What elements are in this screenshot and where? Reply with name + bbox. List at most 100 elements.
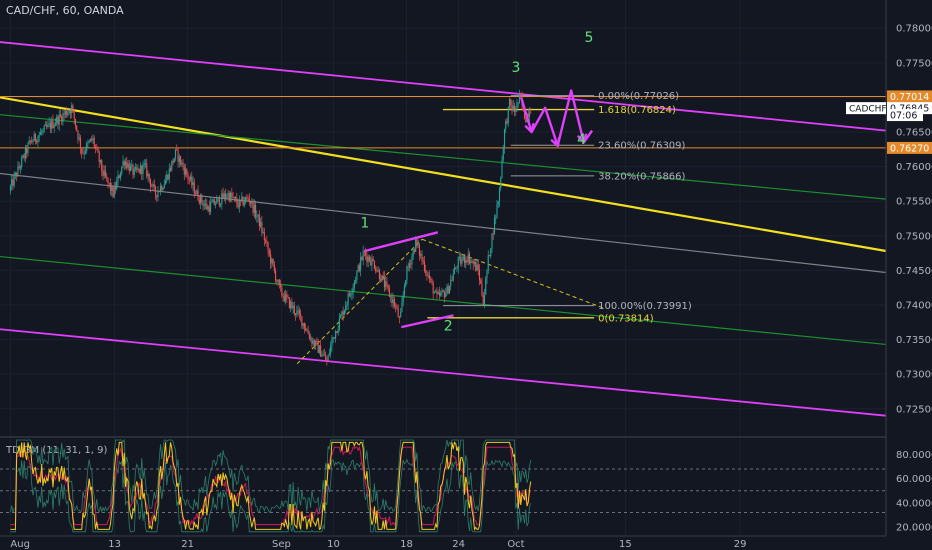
candle-body [335, 331, 337, 339]
candle-body [482, 295, 484, 305]
candle-body [441, 290, 443, 294]
candle-body [510, 99, 512, 105]
candle-body [357, 265, 359, 272]
candle-body [376, 271, 378, 272]
candle-body [196, 190, 198, 195]
candle-body [442, 290, 444, 292]
candle-body [49, 123, 51, 129]
candle-body [148, 173, 150, 180]
candle-body [74, 118, 77, 126]
candle-body [114, 186, 117, 190]
candle-body [71, 105, 73, 114]
candle-body [68, 111, 70, 113]
candle-body [462, 256, 464, 261]
candle-body [82, 153, 84, 154]
candle-body [197, 190, 199, 200]
candle-body [132, 164, 134, 175]
candle-body [333, 337, 335, 339]
candle-body [431, 279, 433, 283]
candle-body [350, 294, 352, 296]
candle-body [138, 168, 140, 173]
candle-body [342, 311, 344, 316]
wave-label-4[interactable]: 4 [577, 132, 586, 148]
wave-label-3[interactable]: 3 [512, 60, 521, 76]
candle-body [261, 221, 263, 233]
candle-body [111, 185, 113, 191]
candle-body [318, 345, 320, 353]
candle-body [358, 265, 360, 271]
candle-body [89, 138, 92, 142]
candle-body [157, 191, 159, 197]
candle-body [493, 218, 496, 235]
wave-label-2[interactable]: 2 [444, 319, 453, 335]
candle-body [481, 283, 483, 296]
candle-body [103, 170, 105, 176]
candle-body [186, 169, 188, 175]
candle-body [13, 175, 15, 186]
candle-body [290, 301, 292, 308]
candle-body [73, 109, 75, 119]
candle-body [292, 305, 294, 309]
fib-label-3: 38.20%(0.75866) [598, 171, 685, 182]
candle-body [415, 239, 417, 252]
candle-body [72, 105, 74, 110]
candle-body [413, 249, 415, 252]
candle-body [308, 334, 310, 339]
time-tick-label: Oct [507, 539, 524, 550]
candle-body [143, 163, 145, 165]
indicator-tick-label: 80.0000 [896, 450, 932, 461]
candle-body [139, 165, 142, 173]
candle-body [341, 311, 343, 316]
candle-body [255, 204, 257, 217]
candle-body [263, 232, 265, 241]
candle-body [183, 167, 185, 175]
fib-label-2: 23.60%(0.76309) [598, 141, 685, 152]
candle-body [463, 256, 466, 263]
candle-body [252, 200, 254, 213]
wave-label-5[interactable]: 5 [584, 30, 593, 46]
wave-label-1[interactable]: 1 [360, 215, 369, 231]
candle-body [340, 315, 342, 319]
candle-body [492, 233, 494, 235]
candle-body [243, 202, 245, 206]
candle-body [397, 308, 399, 318]
candle-body [325, 355, 327, 360]
chart-canvas[interactable]: 0.00%(0.77026) 1.618(0.76824) 23.60%(0.763… [0, 0, 932, 550]
candle-body [423, 261, 425, 271]
candle-body [505, 120, 507, 130]
time-tick-label: Sep [272, 539, 291, 550]
candle-body [368, 256, 370, 262]
candle-body [173, 158, 175, 163]
candle-body [191, 176, 193, 186]
candle-body [208, 206, 210, 212]
candle-body [370, 261, 372, 266]
candle-body [375, 268, 377, 272]
candle-body [198, 199, 200, 204]
candle-body [99, 159, 102, 163]
candle-body [53, 125, 55, 128]
candle-body [52, 120, 54, 128]
candle-body [305, 328, 307, 331]
fib-label-5: 0(0.73814) [598, 313, 654, 324]
candle-body [273, 264, 275, 271]
candle-body [452, 274, 454, 281]
candle-body [104, 170, 107, 177]
candle-body [246, 197, 248, 199]
candle-body [147, 173, 149, 177]
candle-body [451, 280, 453, 281]
candle-body [18, 166, 20, 168]
candle-body [472, 261, 474, 264]
candle-body [436, 291, 438, 294]
candle-body [382, 275, 384, 278]
candle-body [37, 136, 39, 143]
candle-body [371, 258, 373, 266]
candle-body [507, 106, 509, 124]
candle-body [520, 93, 522, 98]
candle-body [11, 179, 13, 187]
candle-body [291, 301, 293, 309]
candle-body [483, 294, 486, 305]
candle-body [392, 299, 394, 304]
candle-body [39, 132, 41, 136]
candle-body [106, 176, 108, 178]
candle-body [227, 192, 229, 198]
